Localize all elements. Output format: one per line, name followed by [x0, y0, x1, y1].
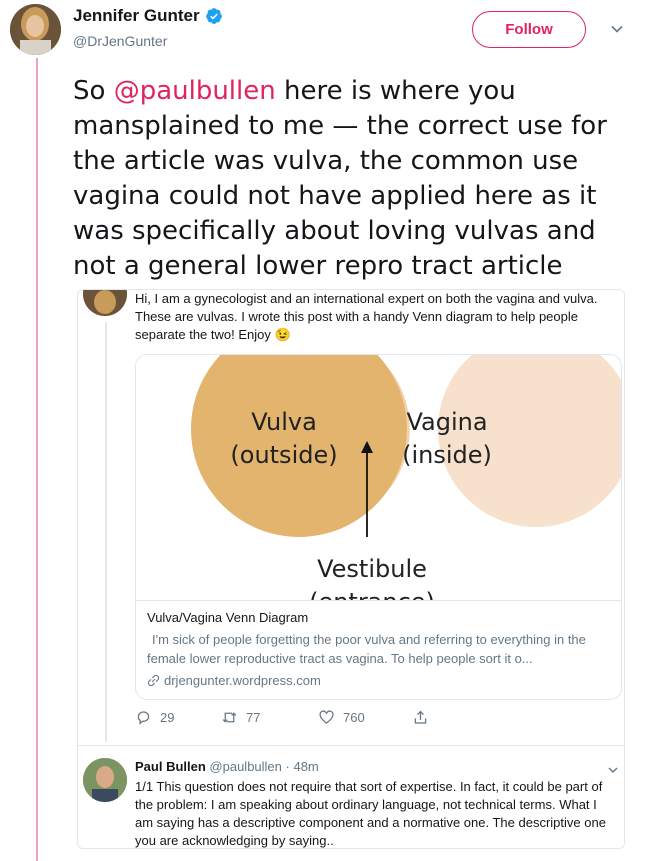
card-title[interactable]: Vulva/Vagina Venn Diagram	[147, 610, 308, 625]
reply-tweet[interactable]: Paul Bullen @paulbullen · 48m 1/1 This q…	[78, 745, 624, 848]
vestibule-label: Vestibule	[317, 555, 427, 583]
tweet-prefix: So	[73, 76, 114, 106]
verified-badge-icon	[205, 8, 222, 24]
card-link[interactable]: drjengunter.wordpress.com	[147, 673, 321, 688]
author-name[interactable]: Jennifer Gunter	[73, 6, 223, 26]
reply-chevron-down-icon[interactable]	[607, 764, 619, 776]
reply-author-name[interactable]: Paul Bullen	[135, 759, 206, 774]
author-avatar[interactable]	[10, 4, 61, 55]
reply-action[interactable]: 29	[135, 709, 174, 726]
entrance-label: (entrance)	[309, 588, 435, 601]
retweet-count: 77	[246, 710, 261, 725]
vagina-label: Vagina	[406, 408, 487, 436]
reply-author-handle[interactable]: @paulbullen	[209, 759, 281, 774]
thread-line	[36, 58, 38, 861]
wink-emoji: 😉	[274, 327, 291, 342]
inside-label: (inside)	[402, 441, 492, 469]
reply-count: 29	[160, 710, 175, 725]
mention-link[interactable]: @paulbullen	[114, 76, 276, 106]
reply-header: Paul Bullen @paulbullen · 48m	[135, 759, 319, 774]
retweet-action[interactable]: 77	[221, 709, 260, 726]
like-action[interactable]: 760	[318, 709, 365, 726]
link-icon	[147, 674, 160, 687]
chevron-down-icon[interactable]	[610, 22, 624, 36]
quoted-author-avatar[interactable]	[83, 290, 127, 316]
quoted-thread-line	[105, 322, 107, 742]
reply-icon	[137, 711, 150, 725]
follow-button[interactable]: Follow	[472, 11, 586, 48]
reply-text: 1/1 This question does not require that …	[135, 779, 606, 848]
retweet-icon	[222, 712, 237, 723]
tweet-body: here is where you mansplained to me — th…	[73, 76, 607, 281]
quoted-text-body: Hi, I am a gynecologist and an internati…	[135, 291, 598, 342]
vulva-label: Vulva	[251, 408, 317, 436]
like-count: 760	[343, 710, 365, 725]
reply-author-avatar[interactable]	[83, 758, 127, 802]
venn-diagram-image[interactable]: Vulva (outside) Vagina (inside) Vestibul…	[136, 355, 621, 601]
share-action[interactable]	[412, 709, 429, 726]
tweet-text: So @paulbullen here is where you manspla…	[73, 74, 638, 284]
share-icon	[414, 710, 427, 724]
card-link-text[interactable]: drjengunter.wordpress.com	[164, 673, 321, 688]
author-name-text[interactable]: Jennifer Gunter	[73, 6, 200, 26]
outside-label: (outside)	[230, 441, 337, 469]
card-description: I'm sick of people forgetting the poor v…	[147, 632, 586, 666]
tweet-actions: 29 77 760	[135, 709, 465, 731]
author-handle[interactable]: @DrJenGunter	[73, 33, 167, 49]
like-icon	[319, 710, 334, 724]
reply-separator: ·	[281, 759, 294, 774]
quoted-tweet[interactable]: Hi, I am a gynecologist and an internati…	[77, 289, 625, 849]
reply-time[interactable]: 48m	[293, 759, 318, 774]
link-card[interactable]: Vulva (outside) Vagina (inside) Vestibul…	[135, 354, 622, 700]
quoted-tweet-text: Hi, I am a gynecologist and an internati…	[135, 290, 615, 344]
